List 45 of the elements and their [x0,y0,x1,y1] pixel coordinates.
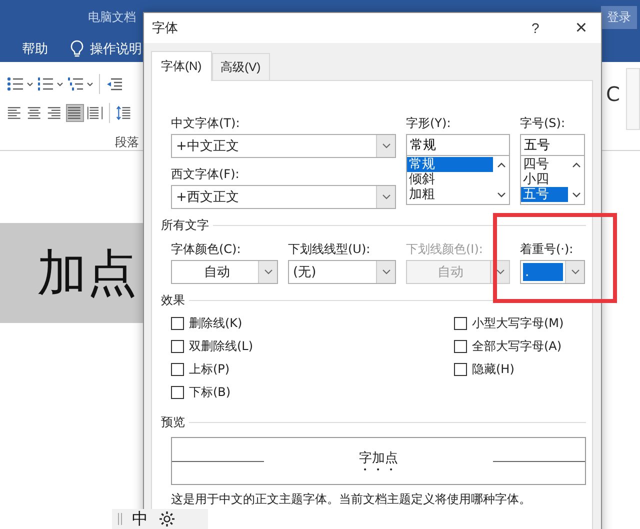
window-title: 电脑文档 [88,9,136,26]
field-label: 字体颜色(C): [171,241,242,258]
underline-dropdown[interactable]: (无) [288,260,396,284]
help-button[interactable]: ? [526,19,546,37]
dialog-tab[interactable]: 字体(N) [151,51,212,81]
dialog-title: 字体 [152,20,178,37]
ime-mode-label[interactable]: 中 [132,508,148,529]
field-label: 着重号(·): [520,241,574,258]
checkbox-label[interactable]: 删除线(K) [189,314,242,332]
tell-me-tab[interactable]: 操作说明 [90,40,142,58]
ribbon-tab[interactable]: 帮助 [22,40,48,58]
document-text: 加点 [37,242,137,304]
checkbox-label[interactable]: 全部大写字母(A) [472,338,562,354]
field-label: 字号(S): [520,115,566,132]
list-option[interactable]: 四号 [521,157,568,172]
color-dropdown[interactable]: 自动 [171,260,278,284]
list-option[interactable]: 加粗 [407,187,493,202]
list-option[interactable]: 倾斜 [407,172,493,187]
dialog-tab[interactable]: 高级(V) [212,53,270,80]
font-dropdown[interactable]: +西文正文 [171,185,396,209]
list-option[interactable]: 小四 [521,172,568,187]
checkbox-label[interactable]: 下标(B) [189,384,231,400]
field-label: 西文字体(F): [171,166,240,183]
section-title: 效果 [161,292,185,309]
checkbox-label[interactable]: 隐藏(H) [472,360,514,378]
style-preview[interactable]: C [606,82,620,106]
field-label: 下划线颜色(I): [406,241,484,258]
field-label: 中文字体(T): [171,115,241,132]
emphasis-dropdown[interactable]: . [520,260,585,284]
preview-text: 字加点 [358,450,399,468]
field-label: 字形(Y): [406,115,452,132]
section-title: 所有文字 [161,217,209,234]
description-text: 这是用于中文的正文主题字体。当前文档主题定义将使用哪种字体。 [171,491,532,508]
checkbox-label[interactable]: 上标(P) [189,360,230,378]
field-label: 下划线线型(U): [288,241,372,258]
checkbox-label[interactable]: 双删除线(L) [189,338,254,354]
list-option[interactable]: 常规 [407,157,493,172]
font-size-field[interactable]: 五号 [520,134,585,156]
font-style-field[interactable]: 常规 [406,134,510,156]
list-option[interactable]: 五号 [521,187,568,202]
section-title: 预览 [161,414,185,431]
checkbox-label[interactable]: 小型大写字母(M) [472,314,564,332]
font-dropdown[interactable]: +中文正文 [171,134,396,158]
close-button[interactable]: × [571,16,591,40]
group-label: 段落 [115,134,139,151]
